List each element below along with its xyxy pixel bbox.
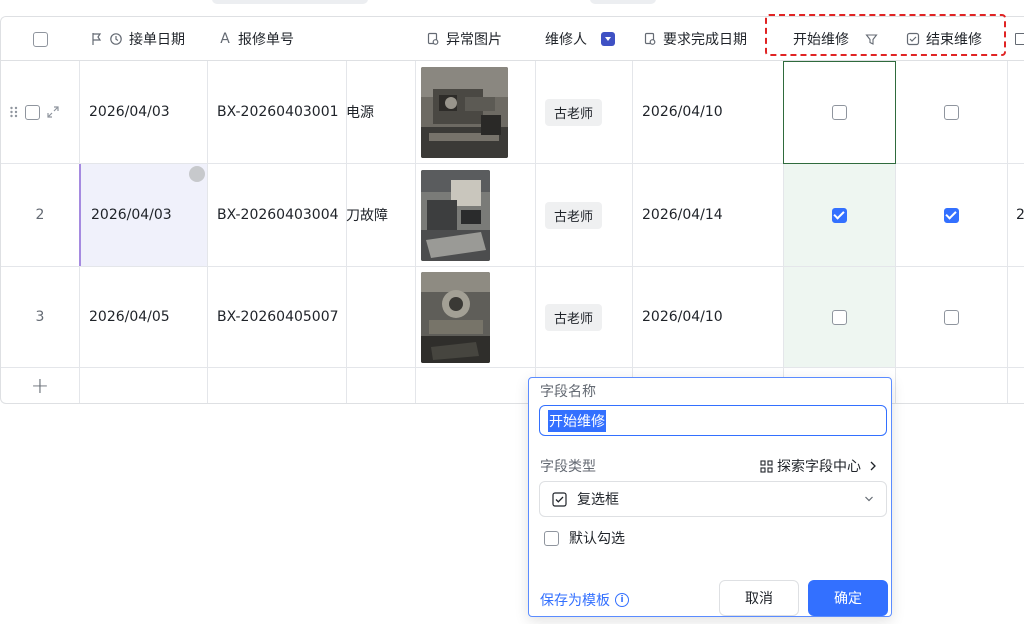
table-row[interactable]: 2026/04/03 BX-20260403001 电源 古老师 2026/04… xyxy=(1,61,1024,164)
checkbox-type-icon xyxy=(552,491,567,507)
field-type-select[interactable]: 复选框 xyxy=(539,481,887,517)
header-label: 异常图片 xyxy=(446,32,502,48)
avatar xyxy=(189,166,205,182)
drag-handle-icon[interactable] xyxy=(9,105,19,119)
cell-fault[interactable] xyxy=(346,267,415,367)
row-select-checkbox[interactable] xyxy=(25,104,40,120)
end-repair-checkbox[interactable] xyxy=(943,104,959,120)
cell-order-no[interactable]: BX-20260403004 xyxy=(207,164,346,266)
row-number: 2 xyxy=(35,207,45,223)
save-template-label: 保存为模板 xyxy=(540,593,610,609)
highlight-annotation xyxy=(765,14,1006,56)
cell-receive-date[interactable]: 2026/04/05 xyxy=(79,267,207,367)
default-checked-checkbox[interactable] xyxy=(544,530,559,546)
text-field-icon: A xyxy=(220,31,230,47)
chevron-right-icon xyxy=(869,461,877,471)
header-receive-date[interactable]: 接单日期 xyxy=(79,17,207,61)
chevron-down-icon xyxy=(864,492,874,506)
cell-end-repair[interactable] xyxy=(895,267,1007,367)
repairer-chip: 古老师 xyxy=(545,201,603,229)
end-repair-checkbox[interactable] xyxy=(943,309,959,325)
cell-fault[interactable]: 电源 xyxy=(346,61,415,163)
field-name-input[interactable]: 开始维修 xyxy=(539,405,887,436)
info-icon[interactable]: i xyxy=(615,593,629,607)
save-as-template-link[interactable]: 保存为模板 i xyxy=(540,590,629,610)
header-due-date[interactable]: 要求完成日期 xyxy=(632,17,783,61)
header-label: 报修单号 xyxy=(238,32,294,48)
header-label: 接单日期 xyxy=(129,32,185,48)
default-checked-label: 默认勾选 xyxy=(569,531,625,547)
data-table: 接单日期 A 报修单号 异常图片 维修人 要求完成日期 开始维修 结束维修 20… xyxy=(0,16,1024,404)
cell-repairer[interactable]: 古老师 xyxy=(535,164,632,266)
end-repair-checkbox-checked[interactable] xyxy=(943,207,959,223)
cell-due-date[interactable]: 2026/04/10 xyxy=(632,267,783,367)
machine-photo[interactable] xyxy=(421,272,490,363)
cell-repairer[interactable]: 古老师 xyxy=(535,61,632,163)
header-next-col[interactable] xyxy=(1007,17,1024,61)
field-type-value: 复选框 xyxy=(577,492,619,508)
select-all-checkbox[interactable] xyxy=(32,31,48,47)
toolbar-pill[interactable] xyxy=(212,0,368,4)
attachment-icon xyxy=(425,31,441,47)
clock-icon xyxy=(108,31,124,47)
header-repairer[interactable]: 维修人 xyxy=(535,17,632,61)
repairer-chip: 古老师 xyxy=(545,303,603,331)
date-field-icon xyxy=(642,31,658,47)
machine-photo[interactable] xyxy=(421,170,490,261)
cell-end-repair[interactable] xyxy=(895,61,1007,163)
header-label: 维修人 xyxy=(545,32,587,48)
field-name-selected-text: 开始维修 xyxy=(548,409,606,432)
header-fault[interactable] xyxy=(346,17,415,61)
table-row[interactable]: 3 2026/04/05 BX-20260405007 古老师 2026/04/… xyxy=(1,267,1024,368)
cell-order-no[interactable]: BX-20260405007 xyxy=(207,267,346,367)
explore-field-center-link[interactable]: 探索字段中心 xyxy=(760,456,877,476)
cell-start-repair[interactable] xyxy=(783,164,895,266)
table-row[interactable]: 2 2026/04/03 BX-20260403004 刀故障 古老师 2026… xyxy=(1,164,1024,267)
field-edit-popup: 字段名称 开始维修 字段类型 探索字段中心 复选框 默认勾选 保存为模板 i 取… xyxy=(528,377,892,617)
cell-due-date[interactable]: 2026/04/14 xyxy=(632,164,783,266)
top-toolbar-strip xyxy=(0,0,1024,12)
header-label: 要求完成日期 xyxy=(663,32,747,48)
flag-icon xyxy=(89,31,105,47)
machine-photo[interactable] xyxy=(421,67,508,158)
cell-order-no[interactable]: BX-20260403001 xyxy=(207,61,346,163)
add-record-button[interactable]: + xyxy=(1,368,79,403)
header-order-no[interactable]: A 报修单号 xyxy=(207,17,346,61)
explore-link-label: 探索字段中心 xyxy=(777,459,861,475)
person-field-icon xyxy=(601,32,615,46)
cell-due-date[interactable]: 2026/04/10 xyxy=(632,61,783,163)
cell-fault[interactable]: 刀故障 xyxy=(346,164,415,266)
select-all-cell[interactable] xyxy=(1,17,79,61)
cell-receive-date[interactable]: 2026/04/03 xyxy=(79,164,207,266)
confirm-button[interactable]: 确定 xyxy=(808,580,888,616)
row-controls xyxy=(1,61,79,163)
grid-apps-icon xyxy=(760,459,773,473)
row-number: 3 xyxy=(35,309,45,325)
cell-start-repair[interactable] xyxy=(783,267,895,367)
expand-icon[interactable] xyxy=(46,105,60,119)
field-type-label: 字段类型 xyxy=(540,459,596,475)
toolbar-pill[interactable] xyxy=(590,0,656,4)
cell-next-col[interactable]: 2 xyxy=(1007,164,1024,266)
header-abnormal-image[interactable]: 异常图片 xyxy=(415,17,535,61)
start-repair-checkbox-checked[interactable] xyxy=(831,207,847,223)
cell-start-repair-active[interactable] xyxy=(783,61,896,164)
cancel-button[interactable]: 取消 xyxy=(719,580,799,616)
cell-end-repair[interactable] xyxy=(895,164,1007,266)
cell-receive-date[interactable]: 2026/04/03 xyxy=(79,61,207,163)
field-name-label: 字段名称 xyxy=(540,384,596,400)
cell-repairer[interactable]: 古老师 xyxy=(535,267,632,367)
start-repair-checkbox[interactable] xyxy=(832,105,847,120)
start-repair-checkbox[interactable] xyxy=(831,309,847,325)
repairer-chip: 古老师 xyxy=(545,98,603,126)
date-field-icon xyxy=(1015,33,1024,45)
default-checked-option[interactable]: 默认勾选 xyxy=(544,528,625,548)
